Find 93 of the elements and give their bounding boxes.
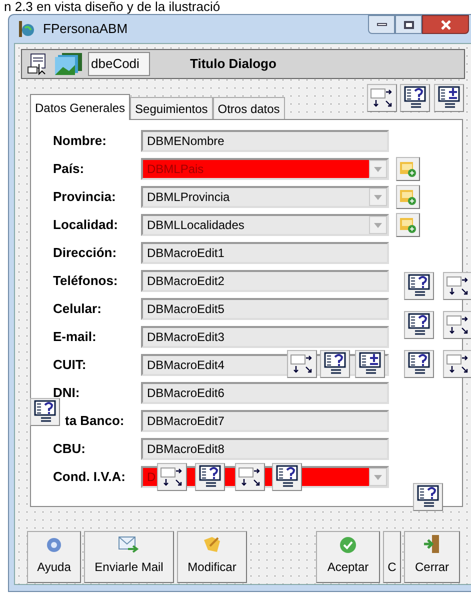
text-field[interactable]: DBMacroEdit2 — [141, 270, 389, 292]
text-field[interactable]: DBMacroEdit8 — [141, 438, 389, 460]
close-icon — [440, 20, 452, 30]
field-label: Cond. I.V.A: — [53, 468, 126, 486]
component-tile[interactable] — [404, 311, 434, 339]
code-field[interactable]: dbeCodi — [88, 52, 150, 76]
app-icon — [17, 20, 35, 38]
minimize-button[interactable] — [368, 15, 395, 34]
lookup-field[interactable]: DBMLLocalidades — [141, 214, 389, 236]
text-field[interactable]: DBMacroEdit5 — [141, 298, 389, 320]
text-field[interactable]: DBMacroEdit7 — [141, 410, 389, 432]
caption: n 2.3 en vista diseño y de la ilustració — [3, 0, 222, 14]
component-tile[interactable] — [157, 463, 187, 491]
window-title: FPersonaABM — [43, 20, 128, 38]
field-label: Celular: — [53, 300, 102, 318]
add-button[interactable] — [396, 185, 420, 209]
field-label: ta Banco: — [65, 412, 126, 430]
sql-query-icon — [407, 352, 431, 376]
toolbar-button[interactable]: Enviarle Mail — [84, 531, 174, 583]
dataset-icon — [446, 314, 470, 336]
text-field[interactable]: DBMENombre — [141, 130, 389, 152]
edit-icon — [202, 536, 222, 554]
text-field[interactable]: DBMacroEdit3 — [141, 326, 389, 348]
lookup-field[interactable]: DBMLProvincia — [141, 186, 389, 208]
sql-query-icon — [323, 352, 347, 376]
toolbar-button[interactable]: Aceptar — [316, 531, 380, 583]
toolbar-button[interactable]: Ayuda — [27, 531, 81, 583]
component-tile[interactable] — [195, 463, 225, 491]
add-folder-icon — [399, 216, 417, 234]
component-tile[interactable] — [434, 84, 464, 112]
image-stack-icon — [54, 52, 84, 76]
component-tile[interactable] — [404, 350, 434, 378]
field-label: CUIT: — [53, 356, 88, 374]
dataset-icon — [290, 353, 314, 375]
close-button[interactable] — [422, 15, 469, 34]
field-label: CBU: — [53, 440, 86, 458]
field-label: Teléfonos: — [53, 272, 119, 290]
sql-query-icon — [416, 485, 440, 509]
toolbar-button[interactable]: C — [383, 531, 401, 583]
component-tile[interactable] — [367, 84, 397, 112]
text-field[interactable]: DBMacroEdit6 — [141, 382, 389, 404]
dataset-icon — [370, 87, 394, 109]
field-label: Localidad: — [53, 216, 120, 234]
sql-query-icon — [407, 313, 431, 337]
sql-edit-icon — [437, 86, 461, 110]
sql-query-icon — [403, 86, 427, 110]
component-tile[interactable] — [413, 483, 443, 511]
component-tile[interactable] — [272, 463, 302, 491]
field-label: Nombre: — [53, 132, 108, 150]
component-tile[interactable] — [30, 398, 60, 426]
dropdown-icon — [374, 222, 382, 228]
tab[interactable]: Seguimientos — [130, 97, 213, 119]
field-label: Dirección: — [53, 244, 118, 262]
sql-query-icon — [407, 274, 431, 298]
field-label: País: — [53, 160, 86, 178]
toolbar-button[interactable]: Cerrar — [404, 531, 460, 583]
sql-query-icon — [275, 465, 299, 489]
dialog-title: Titulo Dialogo — [190, 55, 276, 74]
tab[interactable]: Datos Generales — [30, 94, 130, 120]
maximize-button[interactable] — [395, 15, 422, 34]
component-tile[interactable] — [287, 350, 317, 378]
field-label: DNI: — [53, 384, 81, 402]
text-field[interactable]: DBMacroEdit1 — [141, 242, 389, 264]
component-tile[interactable] — [400, 84, 430, 112]
dataset-icon — [238, 466, 262, 488]
component-tile[interactable] — [355, 350, 385, 378]
add-button[interactable] — [396, 157, 420, 181]
dropdown-icon — [374, 194, 382, 200]
dataset-icon — [446, 353, 470, 375]
toolbar-button[interactable]: Modificar — [177, 531, 247, 583]
sql-edit-icon — [358, 352, 382, 376]
mail-icon — [118, 536, 140, 554]
tab[interactable]: Otros datos — [212, 97, 285, 119]
dropdown-icon — [374, 166, 382, 172]
component-tile[interactable] — [443, 350, 471, 378]
add-folder-icon — [399, 160, 417, 178]
component-tile[interactable] — [235, 463, 265, 491]
dataset-icon — [160, 466, 184, 488]
component-tile[interactable] — [443, 272, 471, 300]
sql-query-icon — [198, 465, 222, 489]
field-label: Provincia: — [53, 188, 117, 206]
dropdown-icon — [374, 474, 382, 480]
component-tile[interactable] — [404, 272, 434, 300]
component-tile[interactable] — [443, 311, 471, 339]
help-icon — [45, 536, 63, 554]
exit-door-icon — [423, 534, 441, 554]
component-tile[interactable] — [320, 350, 350, 378]
field-label: E-mail: — [53, 328, 98, 346]
check-icon — [339, 536, 357, 554]
add-folder-icon — [399, 188, 417, 206]
add-button[interactable] — [396, 213, 420, 237]
sql-query-icon — [33, 400, 57, 424]
dataset-icon — [446, 275, 470, 297]
